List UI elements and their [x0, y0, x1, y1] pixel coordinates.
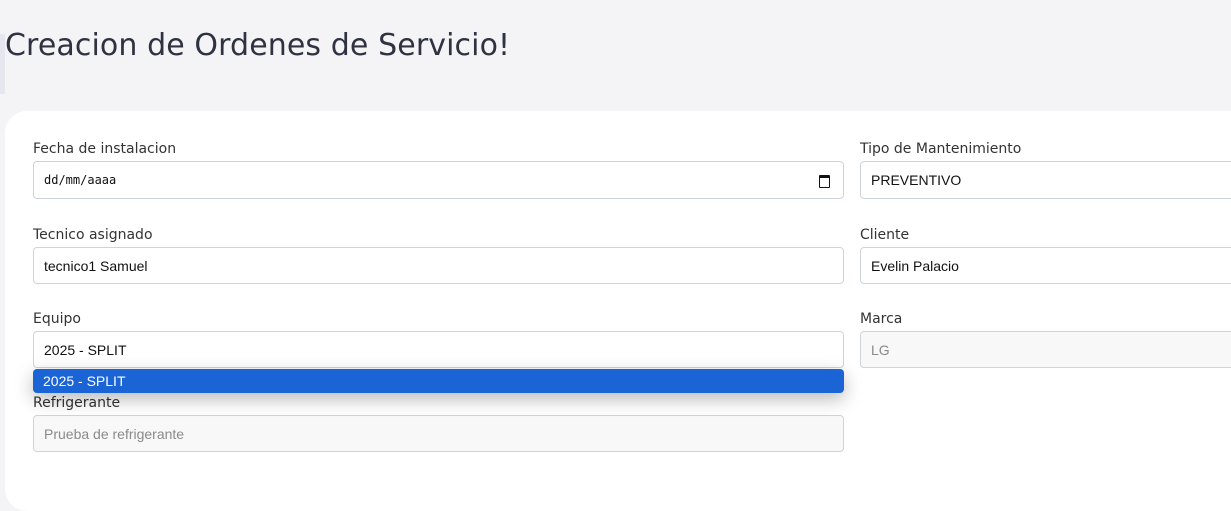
fecha-placeholder: dd/mm/aaaa — [44, 173, 117, 187]
marca-label: Marca — [860, 311, 903, 327]
fecha-input[interactable]: dd/mm/aaaa — [33, 161, 844, 199]
tipo-mantenimiento-value: PREVENTIVO — [871, 172, 962, 188]
marca-value: LG — [871, 341, 890, 358]
marca-input: LG — [860, 331, 1231, 368]
refrigerante-input: Prueba de refrigerante — [33, 415, 844, 452]
refrigerante-value: Prueba de refrigerante — [44, 425, 185, 442]
cliente-value: Evelin Palacio — [871, 257, 959, 274]
equipo-select[interactable]: 2025 - SPLIT — [33, 331, 844, 368]
equipo-dropdown-option[interactable]: 2025 - SPLIT — [33, 369, 844, 393]
fecha-label: Fecha de instalacion — [33, 141, 177, 157]
equipo-value: 2025 - SPLIT — [44, 341, 127, 358]
cliente-select[interactable]: Evelin Palacio — [860, 247, 1231, 284]
tecnico-value: tecnico1 Samuel — [44, 257, 148, 274]
tipo-mantenimiento-select[interactable]: PREVENTIVO — [860, 161, 1231, 199]
tipo-mantenimiento-label: Tipo de Mantenimiento — [860, 141, 1022, 157]
equipo-option-label: 2025 - SPLIT — [43, 373, 126, 389]
page-title: Creacion de Ordenes de Servicio! — [5, 28, 511, 63]
cliente-label: Cliente — [860, 227, 910, 243]
tecnico-select[interactable]: tecnico1 Samuel — [33, 247, 844, 284]
tecnico-label: Tecnico asignado — [33, 227, 153, 243]
refrigerante-label: Refrigerante — [33, 395, 121, 411]
calendar-icon[interactable] — [819, 175, 830, 188]
equipo-label: Equipo — [33, 311, 81, 327]
